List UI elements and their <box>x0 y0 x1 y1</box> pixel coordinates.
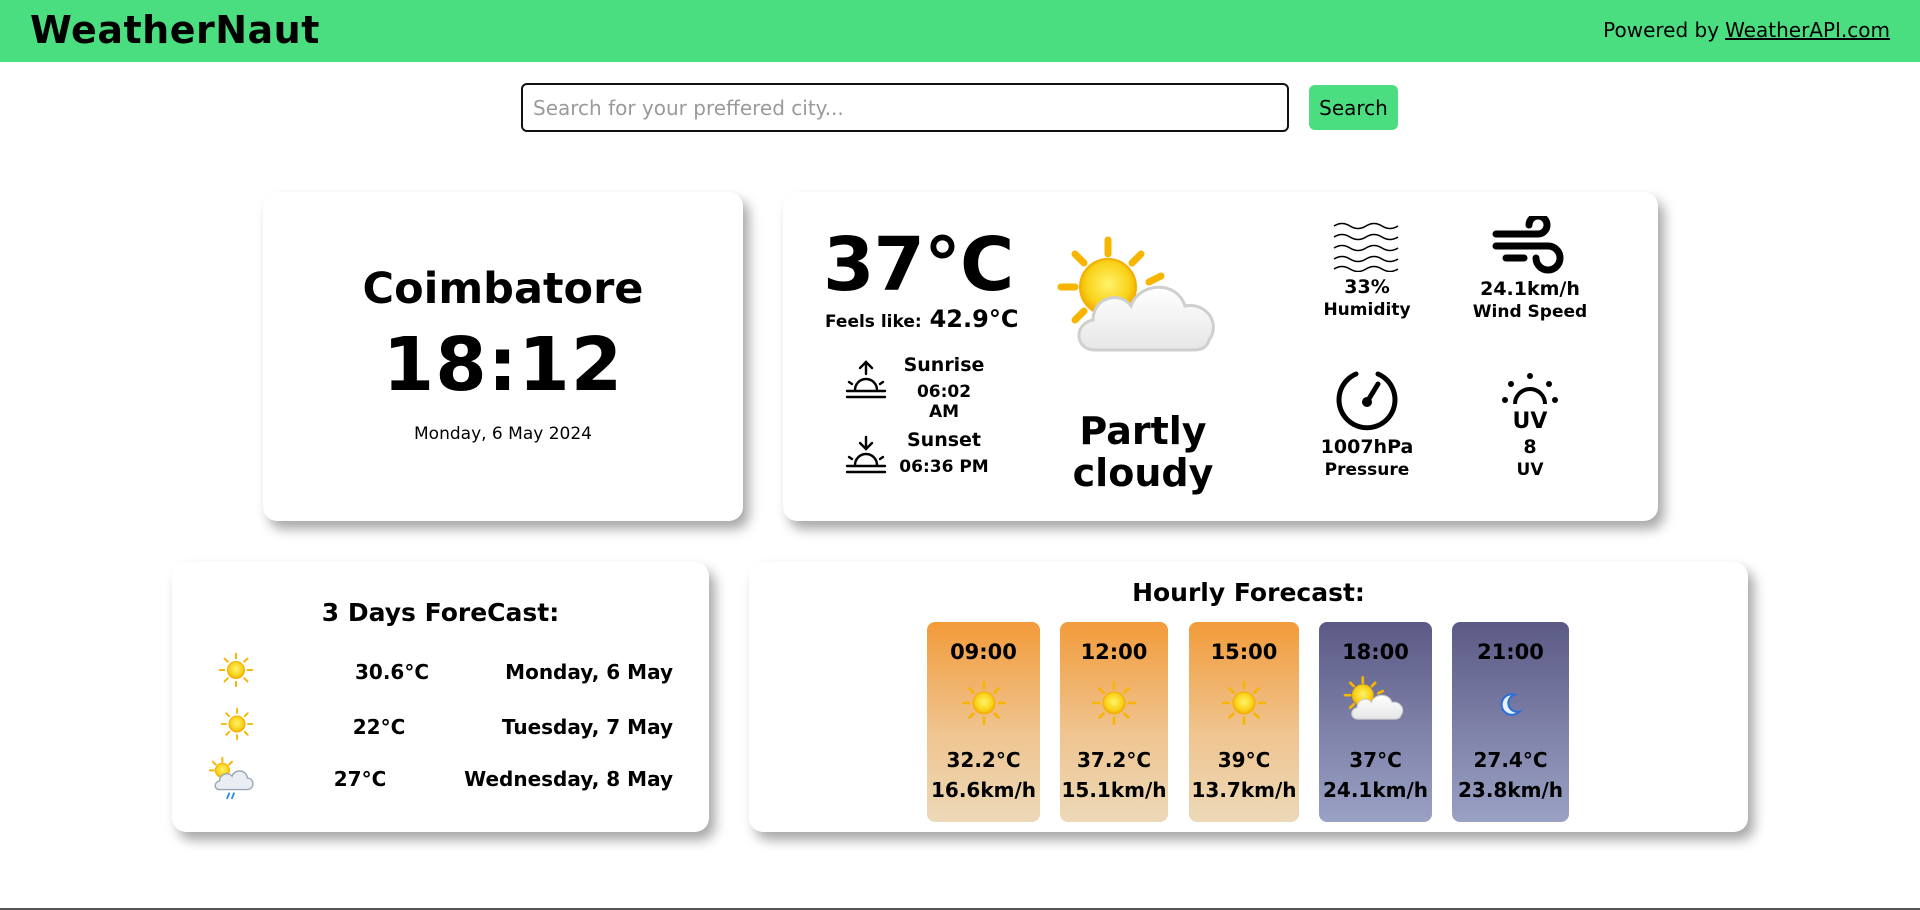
hourly-temp: 27.4°C <box>1473 748 1548 772</box>
hourly-wind: 15.1km/h <box>1061 778 1167 802</box>
uv-value: 8 <box>1523 436 1537 458</box>
location-card: Coimbatore 18:12 Monday, 6 May 2024 <box>263 192 743 521</box>
hourly-time: 18:00 <box>1342 640 1409 664</box>
hourly-tile: 09:00 32.2°C 16.6km/h <box>927 622 1040 822</box>
sunny-icon <box>1091 680 1137 726</box>
partly-cloudy-icon <box>1342 674 1410 724</box>
hourly-wind: 13.7km/h <box>1191 778 1297 802</box>
wind-stat: 24.1km/h Wind Speed <box>1460 216 1600 322</box>
feels-like-value: 42.9°C <box>929 305 1019 333</box>
hourly-tile: 21:00 27.4°C 23.8km/h <box>1452 622 1569 822</box>
pressure-gauge-icon <box>1336 371 1398 431</box>
hourly-forecast-card: Hourly Forecast: 09:00 32.2°C 16.6km/h 1… <box>749 562 1748 832</box>
humidity-label: Humidity <box>1323 300 1411 320</box>
humidity-stat: 33% Humidity <box>1297 220 1437 320</box>
daily-date: Wednesday, 8 May <box>464 767 673 791</box>
svg-text:UV: UV <box>1513 409 1548 432</box>
local-time: 18:12 <box>382 322 624 408</box>
hourly-time: 21:00 <box>1477 640 1544 664</box>
condition-line-2: cloudy <box>1072 451 1214 495</box>
powered-by: Powered by WeatherAPI.com <box>1603 18 1890 42</box>
wind-icon <box>1492 216 1564 274</box>
sunrise-icon <box>845 360 887 399</box>
daily-temp: 30.6°C <box>354 660 430 684</box>
uv-label: UV <box>1516 460 1544 480</box>
condition-text: Partly cloudy <box>1043 410 1243 494</box>
powered-by-label: Powered by <box>1603 18 1720 42</box>
sunny-icon <box>1221 680 1267 726</box>
daily-date: Monday, 6 May <box>505 660 673 684</box>
hourly-tile: 12:00 37.2°C 15.1km/h <box>1060 622 1168 822</box>
uv-stat: UV 8 UV <box>1460 370 1600 480</box>
daily-forecast-card: 3 Days ForeCast: 30.6°C Monday, 6 May 22… <box>172 562 709 832</box>
hourly-tile: 15:00 39°C 13.7km/h <box>1189 622 1299 822</box>
hourly-time: 12:00 <box>1080 640 1148 664</box>
sunrise-row: Sunrise 06:02 AM <box>843 354 993 422</box>
partly-cloudy-icon <box>1053 232 1233 362</box>
sunset-icon <box>845 435 887 474</box>
rain-shower-icon <box>208 755 256 803</box>
wind-label: Wind Speed <box>1472 302 1588 322</box>
daily-date: Tuesday, 7 May <box>501 715 673 739</box>
hourly-temp: 37.2°C <box>1076 748 1152 772</box>
humidity-waves-icon <box>1333 222 1399 272</box>
daily-temp: 22°C <box>352 715 406 739</box>
sunny-icon <box>218 652 254 688</box>
sunrise-time: 06:02 AM <box>916 382 972 422</box>
hourly-temp: 37°C <box>1349 748 1402 772</box>
daily-row: 22°C Tuesday, 7 May <box>172 707 709 747</box>
sunset-row: Sunset 06:36 PM <box>843 429 993 479</box>
search-button[interactable]: Search <box>1309 85 1398 130</box>
daily-row: 27°C Wednesday, 8 May <box>172 759 709 799</box>
current-temperature: 37°C <box>823 222 1014 308</box>
sunrise-label: Sunrise <box>903 354 985 376</box>
city-name: Coimbatore <box>362 264 644 314</box>
hourly-wind: 23.8km/h <box>1457 778 1564 802</box>
pressure-stat: 1007hPa Pressure <box>1297 368 1437 480</box>
hourly-temp: 39°C <box>1217 748 1271 772</box>
wind-value: 24.1km/h <box>1480 278 1580 300</box>
pressure-label: Pressure <box>1324 460 1410 480</box>
hourly-forecast-title: Hourly Forecast: <box>1132 578 1365 607</box>
hourly-tile: 18:00 37°C 24.1km/h <box>1319 622 1432 822</box>
sunset-time: 06:36 PM <box>899 457 989 477</box>
hourly-wind: 24.1km/h <box>1322 778 1429 802</box>
uv-icon: UV <box>1502 373 1558 432</box>
feels-like-label: Feels like: <box>825 312 922 332</box>
hourly-time: 15:00 <box>1210 640 1278 664</box>
sunny-icon <box>220 707 254 741</box>
daily-forecast-title: 3 Days ForeCast: <box>321 598 560 627</box>
weatherapi-link[interactable]: WeatherAPI.com <box>1725 18 1890 42</box>
sunny-icon <box>961 680 1007 726</box>
daily-row: 30.6°C Monday, 6 May <box>172 652 709 692</box>
current-weather-card: 37°C Feels like: 42.9°C Sunrise 06:02 AM… <box>783 192 1658 521</box>
hourly-wind: 16.6km/h <box>930 778 1037 802</box>
feels-like: Feels like: 42.9°C <box>825 305 1018 333</box>
condition-line-1: Partly <box>1079 409 1207 453</box>
local-date: Monday, 6 May 2024 <box>414 424 592 444</box>
daily-temp: 27°C <box>333 767 387 791</box>
brand-logo: WeatherNaut <box>30 8 320 52</box>
moon-icon <box>1497 690 1525 718</box>
pressure-value: 1007hPa <box>1320 436 1414 458</box>
sunset-label: Sunset <box>906 429 981 451</box>
hourly-time: 09:00 <box>950 640 1017 664</box>
search-input[interactable] <box>521 83 1289 132</box>
header-bar: WeatherNaut Powered by WeatherAPI.com <box>0 0 1920 62</box>
hourly-temp: 32.2°C <box>946 748 1021 772</box>
humidity-value: 33% <box>1344 276 1390 298</box>
